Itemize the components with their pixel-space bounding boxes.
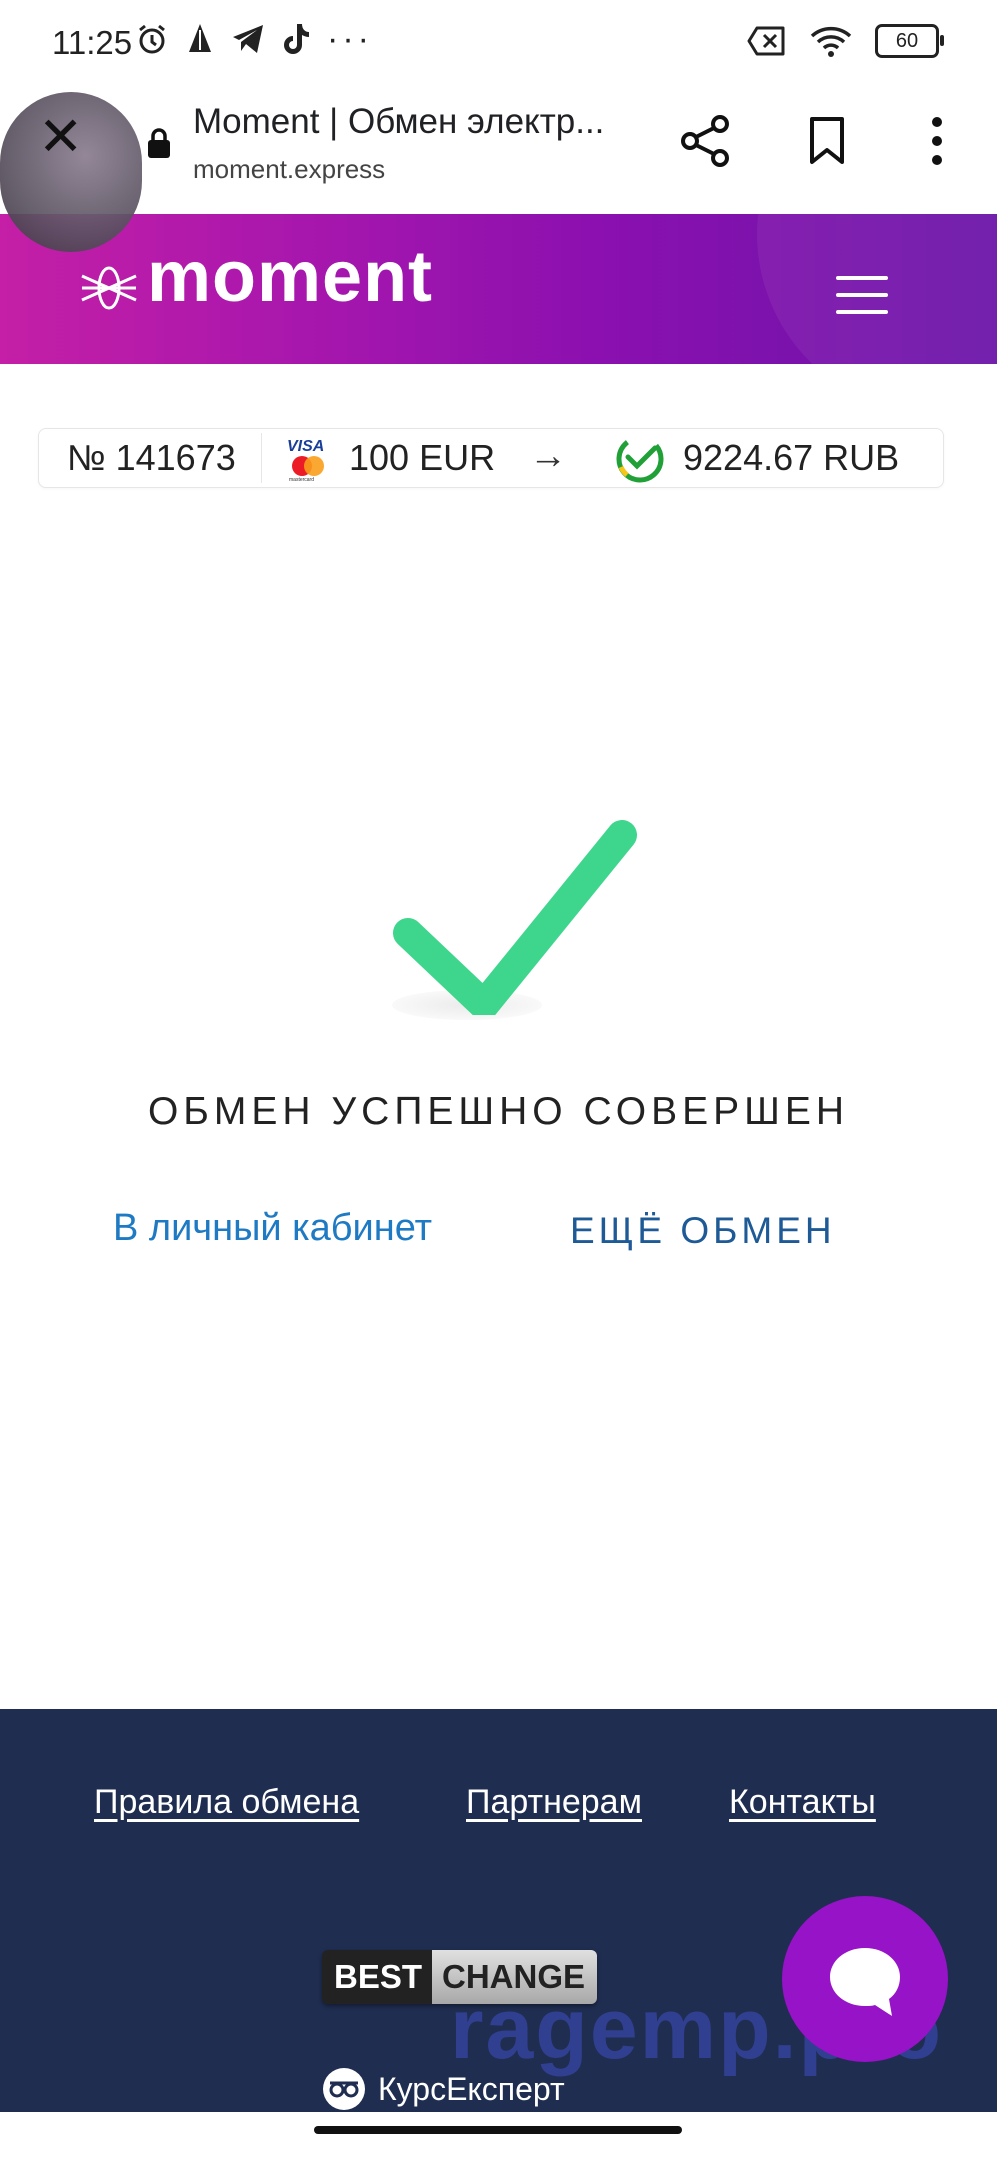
visa-mastercard-icon: VISA mastercard [287, 438, 324, 483]
page-url[interactable]: moment.express [193, 154, 385, 185]
sim-off-icon [747, 26, 785, 56]
home-handle[interactable] [314, 2126, 682, 2134]
site-header: moment [0, 214, 997, 364]
contacts-link[interactable]: Контакты [729, 1783, 876, 1822]
lock-icon [148, 128, 170, 158]
alarm-icon [139, 24, 165, 54]
arrow-right-icon: → [529, 435, 567, 477]
kursexpert-logo-icon [323, 2068, 365, 2110]
svg-text:mastercard: mastercard [289, 477, 314, 483]
success-check-icon [393, 820, 637, 1015]
order-number: № 141673 [67, 437, 236, 478]
sail-icon [189, 24, 211, 52]
to-amount: 9224.67 RUB [683, 437, 900, 478]
more-vert-icon[interactable] [930, 116, 944, 166]
bestchange-best: BEST [322, 1950, 433, 2004]
more-notifications-icon: ··· [327, 20, 373, 58]
battery-icon: 60 [875, 24, 944, 58]
bookmark-icon[interactable] [808, 116, 846, 166]
order-summary: № 141673 VISA mastercard 100 EUR → 9224.6… [38, 428, 944, 488]
sberbank-icon [616, 435, 664, 483]
new-exchange-link[interactable]: ЕЩЁ ОБМЕН [570, 1210, 836, 1252]
status-bar: 11:25 ··· 60 [0, 0, 997, 88]
status-time: 11:25 [52, 24, 133, 61]
telegram-icon [233, 25, 263, 53]
system-nav-bar [0, 2112, 997, 2160]
chat-button[interactable] [782, 1896, 948, 2062]
success-message: ОБМЕН УСПЕШНО СОВЕРШЕН [147, 1090, 850, 1133]
share-icon[interactable] [680, 114, 732, 168]
logo-text[interactable]: moment [147, 236, 433, 318]
rules-link[interactable]: Правила обмена [94, 1783, 359, 1822]
status-system-icons: 60 [747, 24, 944, 58]
from-amount: 100 EUR [349, 437, 496, 478]
divider [261, 433, 262, 483]
partners-link[interactable]: Партнерам [466, 1783, 642, 1822]
wifi-icon [810, 26, 852, 57]
chat-bubble-icon [830, 1948, 900, 2016]
page-title[interactable]: Moment | Обмен электр... [193, 102, 604, 142]
tiktok-icon [284, 24, 309, 54]
svg-text:VISA: VISA [287, 438, 324, 455]
close-icon[interactable]: ✕ [38, 110, 83, 164]
status-notification-icons: ··· [135, 22, 373, 56]
menu-icon[interactable] [836, 276, 888, 327]
logo-mark-icon [81, 266, 137, 310]
cabinet-link[interactable]: В личный кабинет [113, 1207, 432, 1250]
